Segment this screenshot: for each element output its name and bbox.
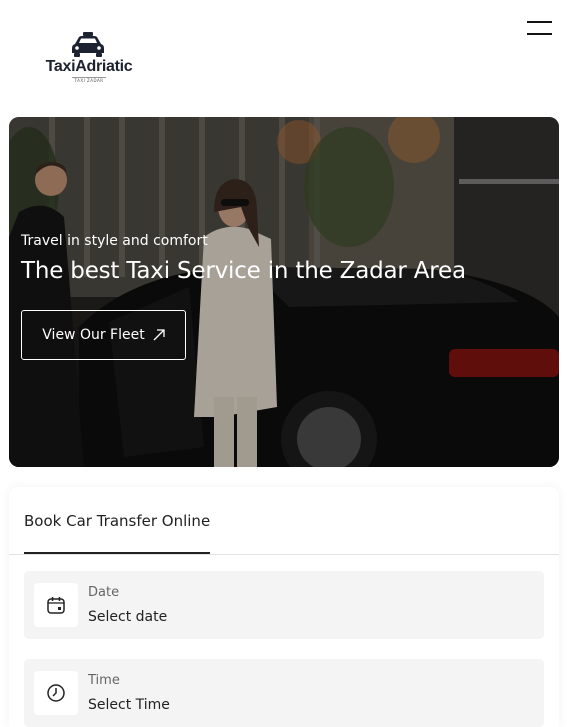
logo-subtext: TAXI ZADAR xyxy=(72,77,106,83)
tab-book-transfer[interactable]: Book Car Transfer Online xyxy=(24,512,210,530)
hero-title: The best Taxi Service in the Zadar Area xyxy=(21,258,466,284)
menu-button[interactable] xyxy=(527,20,553,38)
hero-photo xyxy=(9,117,559,467)
logo[interactable]: TaxiAdriatic TAXI ZADAR xyxy=(44,32,134,84)
date-field[interactable]: Date Select date xyxy=(24,571,544,639)
time-field[interactable]: Time Select Time xyxy=(24,659,544,727)
calendar-icon xyxy=(34,583,78,627)
view-fleet-button[interactable]: View Our Fleet xyxy=(21,310,186,360)
hero-banner: Travel in style and comfort The best Tax… xyxy=(9,117,559,467)
tab-divider xyxy=(9,554,559,555)
taxi-car-icon xyxy=(72,32,104,57)
time-label: Time xyxy=(88,673,120,688)
date-label: Date xyxy=(88,585,120,600)
view-fleet-label: View Our Fleet xyxy=(42,327,145,343)
hero-subtitle: Travel in style and comfort xyxy=(21,233,208,249)
time-value: Select Time xyxy=(88,697,170,713)
booking-card: Book Car Transfer Online Date Select dat… xyxy=(9,487,559,727)
logo-text: TaxiAdriatic xyxy=(45,58,133,75)
menu-bar xyxy=(527,21,552,23)
arrow-up-right-icon xyxy=(153,329,165,341)
menu-bar xyxy=(527,33,552,35)
clock-icon xyxy=(34,671,78,715)
date-value: Select date xyxy=(88,609,168,625)
